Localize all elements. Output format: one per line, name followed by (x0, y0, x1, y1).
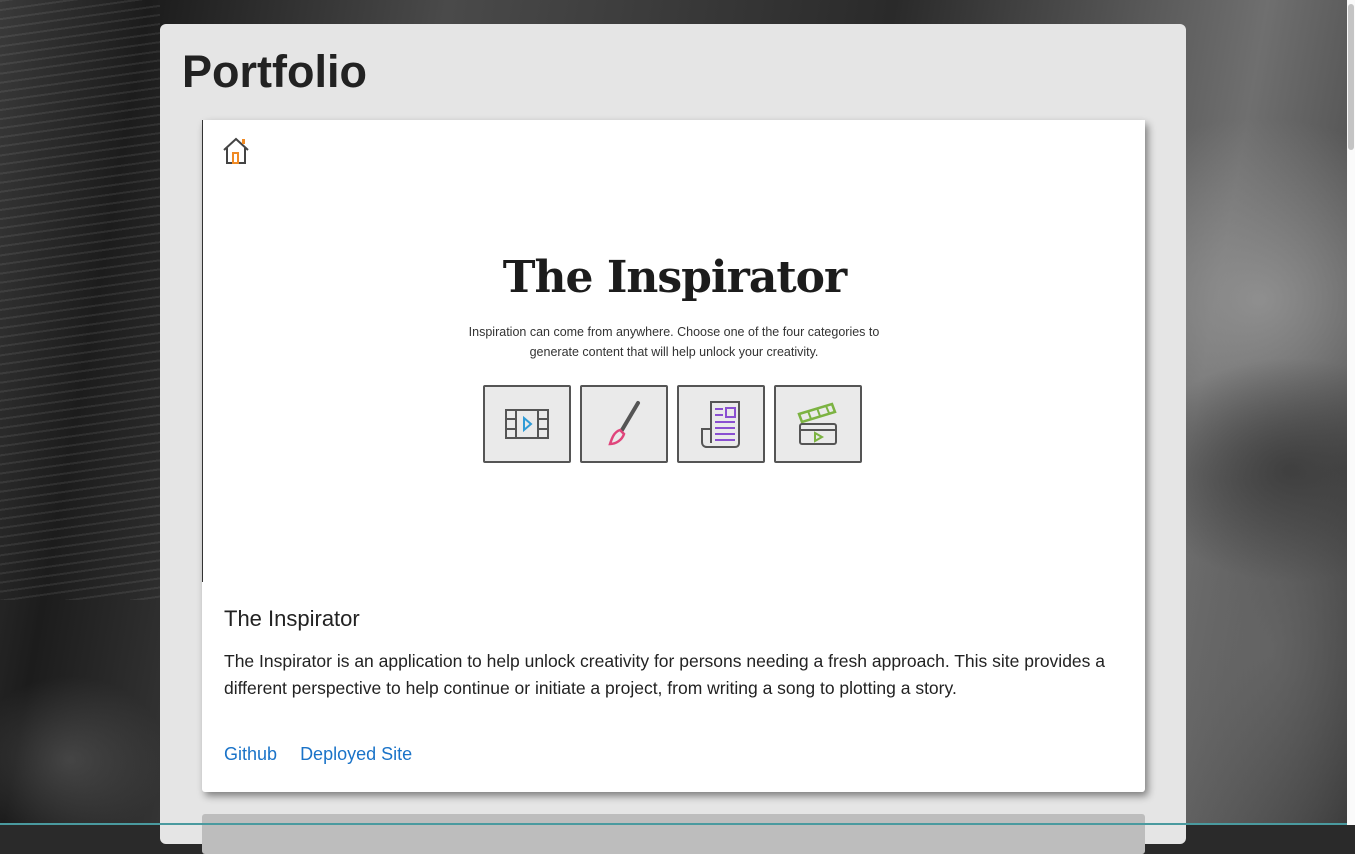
home-icon (223, 137, 249, 164)
writing-category-button[interactable] (677, 385, 765, 463)
github-link[interactable]: Github (224, 744, 277, 764)
paintbrush-icon (608, 401, 640, 446)
project-screenshot[interactable]: The Inspirator Inspiration can come from… (202, 120, 1145, 582)
film-category-button[interactable] (483, 385, 571, 463)
screenshot-heading: The Inspirator (502, 252, 847, 303)
next-project-card (202, 814, 1145, 854)
page-title: Portfolio (182, 46, 367, 97)
scrollbar-thumb[interactable] (1348, 4, 1354, 150)
film-icon (505, 409, 549, 439)
project-card: The Inspirator Inspiration can come from… (202, 120, 1145, 792)
background-code-texture (0, 0, 160, 600)
project-card-body: The Inspirator The Inspirator is an appl… (224, 606, 1124, 702)
art-category-button[interactable] (580, 385, 668, 463)
portfolio-section: Portfolio The Inspirator Inspiration can… (160, 24, 1186, 854)
movie-category-button[interactable] (774, 385, 862, 463)
deployed-site-link[interactable]: Deployed Site (300, 744, 412, 764)
clapperboard-icon (797, 402, 837, 445)
project-title: The Inspirator (224, 606, 360, 631)
vertical-scrollbar[interactable] (1347, 0, 1355, 825)
newspaper-icon (701, 401, 740, 448)
project-description: The Inspirator is an application to help… (224, 651, 1105, 698)
screenshot-subtitle: Inspiration can come from anywhere. Choo… (468, 325, 880, 359)
project-links: Github Deployed Site (224, 744, 430, 765)
